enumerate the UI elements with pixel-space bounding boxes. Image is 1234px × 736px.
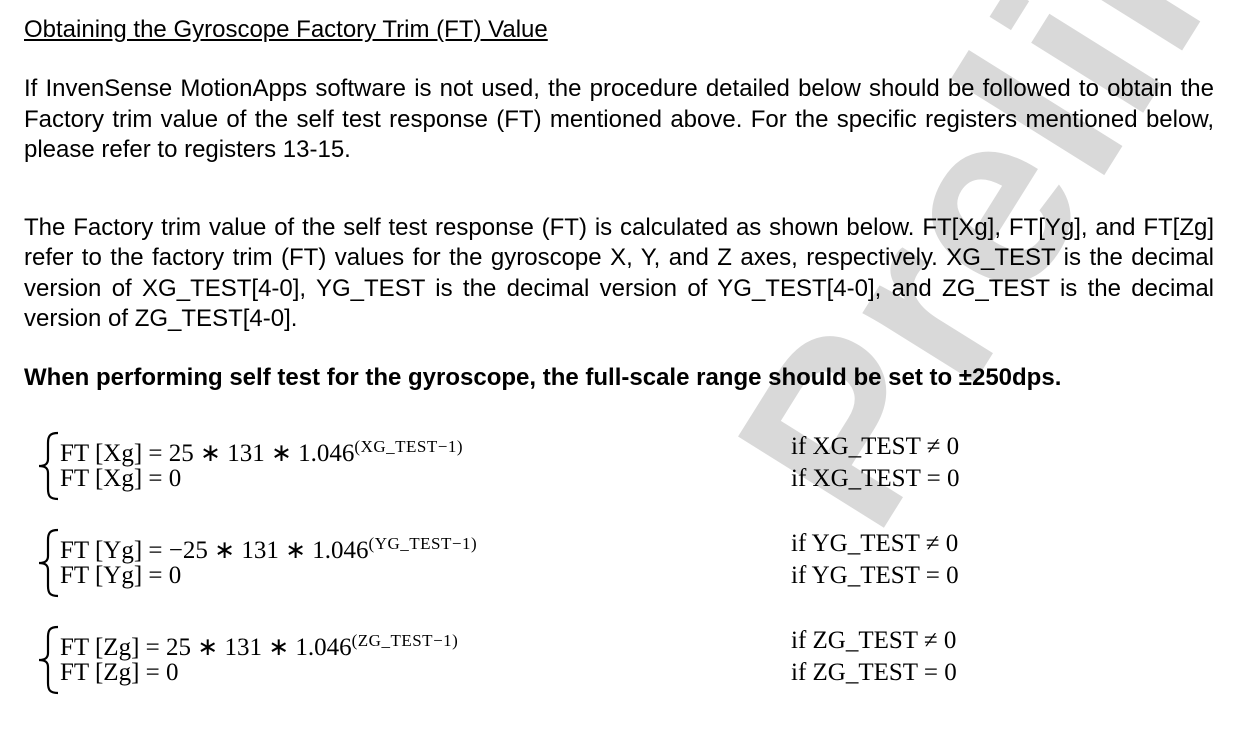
left-brace-icon — [38, 625, 59, 695]
calculation-paragraph: The Factory trim value of the self test … — [24, 213, 1214, 333]
left-brace-icon — [38, 431, 59, 501]
equation-x-zero: FT [Xg] = 0 — [60, 465, 182, 492]
condition-z-nonzero: if ZG_TEST ≠ 0 — [791, 627, 957, 654]
condition-y-zero: if YG_TEST = 0 — [791, 562, 959, 589]
equation-group-z: FT [Zg] = 25 ∗ 131 ∗ 1.046(ZG_TEST−1) FT… — [36, 622, 1036, 719]
condition-z-zero: if ZG_TEST = 0 — [791, 659, 957, 686]
equation-group-x: FT [Xg] = 25 ∗ 131 ∗ 1.046(XG_TEST−1) FT… — [36, 428, 1036, 525]
equation-group-y: FT [Yg] = −25 ∗ 131 ∗ 1.046(YG_TEST−1) F… — [36, 525, 1036, 622]
equation-x-exponent: (XG_TEST−1) — [354, 437, 463, 456]
condition-x-zero: if XG_TEST = 0 — [791, 465, 960, 492]
equation-z-base: FT [Zg] = 25 ∗ 131 ∗ 1.046 — [60, 634, 352, 661]
equation-x-base: FT [Xg] = 25 ∗ 131 ∗ 1.046 — [60, 440, 355, 467]
equation-z-zero: FT [Zg] = 0 — [60, 659, 179, 686]
equation-y-base: FT [Yg] = −25 ∗ 131 ∗ 1.046 — [60, 537, 369, 564]
equation-y-zero: FT [Yg] = 0 — [60, 562, 182, 589]
equation-y-exponent: (YG_TEST−1) — [368, 534, 478, 553]
intro-paragraph: If InvenSense MotionApps software is not… — [24, 75, 1214, 163]
condition-x-nonzero: if XG_TEST ≠ 0 — [791, 433, 960, 460]
equations-block: FT [Xg] = 25 ∗ 131 ∗ 1.046(XG_TEST−1) FT… — [36, 428, 1036, 719]
document-body: Obtaining the Gyroscope Factory Trim (FT… — [24, 14, 1214, 393]
condition-y-nonzero: if YG_TEST ≠ 0 — [791, 530, 959, 557]
left-brace-icon — [38, 528, 59, 598]
full-scale-note: When performing self test for the gyrosc… — [24, 363, 1062, 391]
section-heading: Obtaining the Gyroscope Factory Trim (FT… — [24, 16, 548, 43]
document-page: Preliminary Obtaining the Gyroscope Fact… — [0, 0, 1234, 736]
equation-z-exponent: (ZG_TEST−1) — [351, 631, 459, 650]
